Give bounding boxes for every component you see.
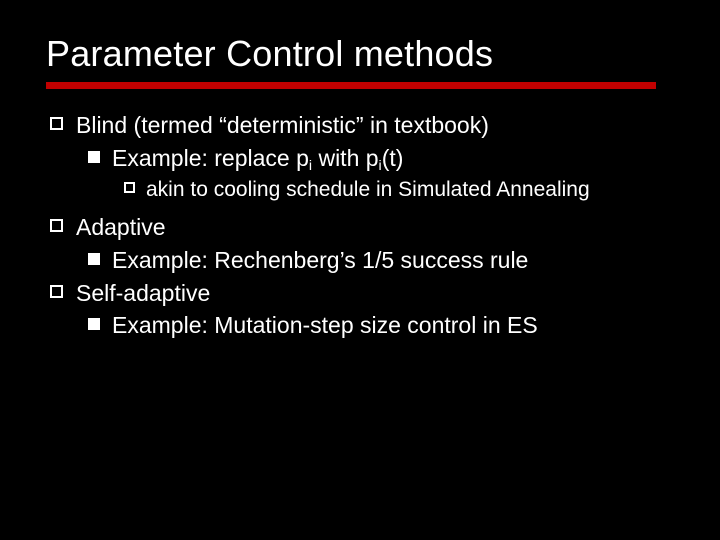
- slide-title: Parameter Control methods: [46, 34, 694, 74]
- bullet-text: Adaptive: [76, 214, 166, 240]
- text-part: with p: [312, 145, 378, 171]
- bullet-blind-example: Example: replace pi with pi(t): [46, 144, 694, 173]
- bullet-self-adaptive-example: Example: Mutation-step size control in E…: [46, 311, 694, 340]
- bullet-self-adaptive: Self-adaptive: [46, 279, 694, 308]
- bullet-text: Example: Mutation-step size control in E…: [112, 312, 538, 338]
- slide-body: Blind (termed “deterministic” in textboo…: [46, 111, 694, 340]
- text-part: Example: replace p: [112, 145, 309, 171]
- bullet-adaptive-example: Example: Rechenberg’s 1/5 success rule: [46, 246, 694, 275]
- bullet-text: Example: Rechenberg’s 1/5 success rule: [112, 247, 528, 273]
- bullet-blind-note: akin to cooling schedule in Simulated An…: [46, 177, 694, 203]
- subscript: i: [309, 158, 312, 174]
- text-part: (t): [382, 145, 404, 171]
- bullet-text: Blind (termed “deterministic” in textboo…: [76, 112, 489, 138]
- subscript: i: [379, 158, 382, 174]
- bullet-text: akin to cooling schedule in Simulated An…: [146, 178, 590, 201]
- bullet-text: Self-adaptive: [76, 280, 210, 306]
- title-underline: [46, 82, 656, 89]
- bullet-adaptive: Adaptive: [46, 213, 694, 242]
- slide: Parameter Control methods Blind (termed …: [0, 0, 720, 540]
- bullet-blind: Blind (termed “deterministic” in textboo…: [46, 111, 694, 140]
